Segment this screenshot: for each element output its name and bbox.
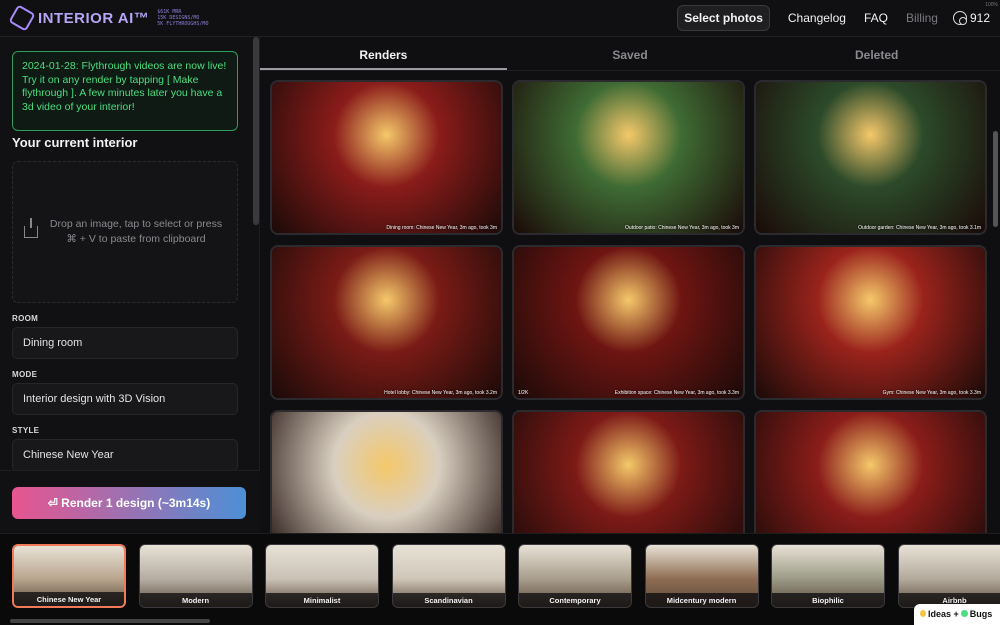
style-option-label: Minimalist	[266, 593, 378, 607]
style-option-label: Modern	[139, 593, 252, 607]
render-card[interactable]: Gym: Chinese New Year, 3m ago, took 3.3m	[754, 245, 987, 400]
render-card[interactable]	[512, 410, 745, 533]
feedback-button[interactable]: Ideas + Bugs	[914, 604, 1000, 625]
style-option[interactable]: Midcentury modern	[644, 544, 759, 608]
style-option-label: Biophilic	[772, 593, 884, 607]
tab-saved[interactable]: Saved	[507, 37, 754, 70]
render-image	[756, 412, 985, 533]
select-photos-button[interactable]: Select photos	[677, 5, 770, 31]
render-grid: Dining room: Chinese New Year, 3m ago, t…	[270, 80, 990, 533]
credits-value: 912	[969, 11, 990, 25]
sidebar-scroll-thumb[interactable]	[253, 37, 259, 225]
render-image	[272, 412, 501, 533]
billing-link[interactable]: Billing	[906, 11, 938, 25]
main-panel: Renders Saved Deleted Dining room: Chine…	[260, 37, 1000, 533]
style-strip: Chinese New Year Modern Minimalist Scandina…	[0, 533, 1000, 625]
credits-counter[interactable]: 912	[952, 11, 990, 25]
style-option-label: Chinese New Year	[14, 592, 124, 606]
render-caption: Outdoor patio: Chinese New Year, 3m ago,…	[625, 225, 739, 231]
render-image	[272, 247, 501, 398]
style-option[interactable]: Minimalist	[265, 544, 379, 608]
tab-deleted[interactable]: Deleted	[753, 37, 1000, 70]
announcement-banner: 2024-01-28: Flythrough videos are now li…	[12, 51, 238, 131]
sidebar: 2024-01-28: Flythrough videos are now li…	[0, 37, 260, 533]
style-select[interactable]: Chinese New Year	[12, 439, 238, 471]
logo[interactable]: INTERIOR AI™ $61K MRR 15K DESIGNS/MO 5K …	[8, 4, 208, 32]
style-option-label: Midcentury modern	[645, 593, 758, 607]
render-caption: Dining room: Chinese New Year, 3m ago, t…	[386, 225, 497, 231]
render-image	[514, 412, 743, 533]
style-option[interactable]: Modern	[138, 544, 253, 608]
image-dropzone[interactable]: Drop an image, tap to select or press ⌘ …	[12, 161, 238, 303]
style-option-label: Contemporary	[519, 593, 631, 607]
render-caption: Gym: Chinese New Year, 3m ago, took 3.3m	[882, 390, 981, 396]
lightbulb-icon	[920, 610, 926, 617]
upload-icon	[24, 218, 38, 238]
style-option[interactable]: Scandinavian	[391, 544, 506, 608]
faq-link[interactable]: FAQ	[864, 11, 888, 25]
render-card[interactable]: Outdoor garden: Chinese New Year, 3m ago…	[754, 80, 987, 235]
dropzone-text: Drop an image, tap to select or press ⌘ …	[49, 218, 223, 245]
mode-label: MODE	[12, 370, 38, 379]
render-footer: ⏎ Render 1 design (~3m14s)	[0, 470, 260, 533]
render-card[interactable]	[754, 410, 987, 533]
render-button[interactable]: ⏎ Render 1 design (~3m14s)	[12, 487, 246, 519]
room-label: ROOM	[12, 314, 39, 323]
coins-icon	[952, 11, 967, 25]
render-card[interactable]	[270, 410, 503, 533]
changelog-link[interactable]: Changelog	[788, 11, 846, 25]
style-option[interactable]: Chinese New Year	[12, 544, 126, 608]
render-caption: Hotel lobby: Chinese New Year, 3m ago, t…	[384, 390, 497, 396]
render-image	[756, 82, 985, 233]
style-strip-scrollbar[interactable]	[10, 619, 210, 623]
render-card[interactable]: Hotel lobby: Chinese New Year, 3m ago, t…	[270, 245, 503, 400]
room-select[interactable]: Dining room	[12, 327, 238, 359]
style-option[interactable]: Airbnb	[897, 544, 1000, 608]
render-image	[272, 82, 501, 233]
logo-cube-icon	[8, 4, 36, 32]
main-scroll-thumb[interactable]	[993, 131, 998, 227]
render-card[interactable]: Dining room: Chinese New Year, 3m ago, t…	[270, 80, 503, 235]
render-image	[514, 247, 743, 398]
bugs-label: Bugs	[969, 609, 993, 619]
stat-flythroughs: 5K FLYTHROUGHS/MO	[157, 21, 209, 27]
bug-icon	[960, 610, 968, 617]
render-card[interactable]: Exhibition space: Chinese New Year, 3m a…	[512, 245, 745, 400]
logo-stats: $61K MRR 15K DESIGNS/MO 5K FLYTHROUGHS/M…	[157, 9, 208, 27]
logo-text: INTERIOR AI™	[38, 9, 150, 27]
tab-renders[interactable]: Renders	[260, 37, 507, 70]
zoom-level: 100%	[985, 2, 998, 8]
ideas-label: Ideas +	[928, 609, 959, 619]
render-image	[514, 82, 743, 233]
current-interior-title: Your current interior	[12, 135, 138, 150]
tab-bar: Renders Saved Deleted	[260, 37, 1000, 71]
style-label: STYLE	[12, 426, 40, 435]
top-nav: Select photos Changelog FAQ Billing 912	[668, 5, 990, 31]
style-option[interactable]: Contemporary	[518, 544, 632, 608]
style-option-label: Scandinavian	[392, 593, 505, 607]
render-resolution: 1/2K	[518, 390, 529, 396]
render-card[interactable]: Outdoor patio: Chinese New Year, 3m ago,…	[512, 80, 745, 235]
render-image	[756, 247, 985, 398]
top-bar: INTERIOR AI™ $61K MRR 15K DESIGNS/MO 5K …	[0, 0, 1000, 37]
style-option[interactable]: Biophilic	[771, 544, 885, 608]
sidebar-scrollbar[interactable]	[252, 37, 260, 533]
render-caption: Outdoor garden: Chinese New Year, 3m ago…	[858, 225, 981, 231]
render-caption: Exhibition space: Chinese New Year, 3m a…	[614, 390, 739, 396]
mode-select[interactable]: Interior design with 3D Vision	[12, 383, 238, 415]
